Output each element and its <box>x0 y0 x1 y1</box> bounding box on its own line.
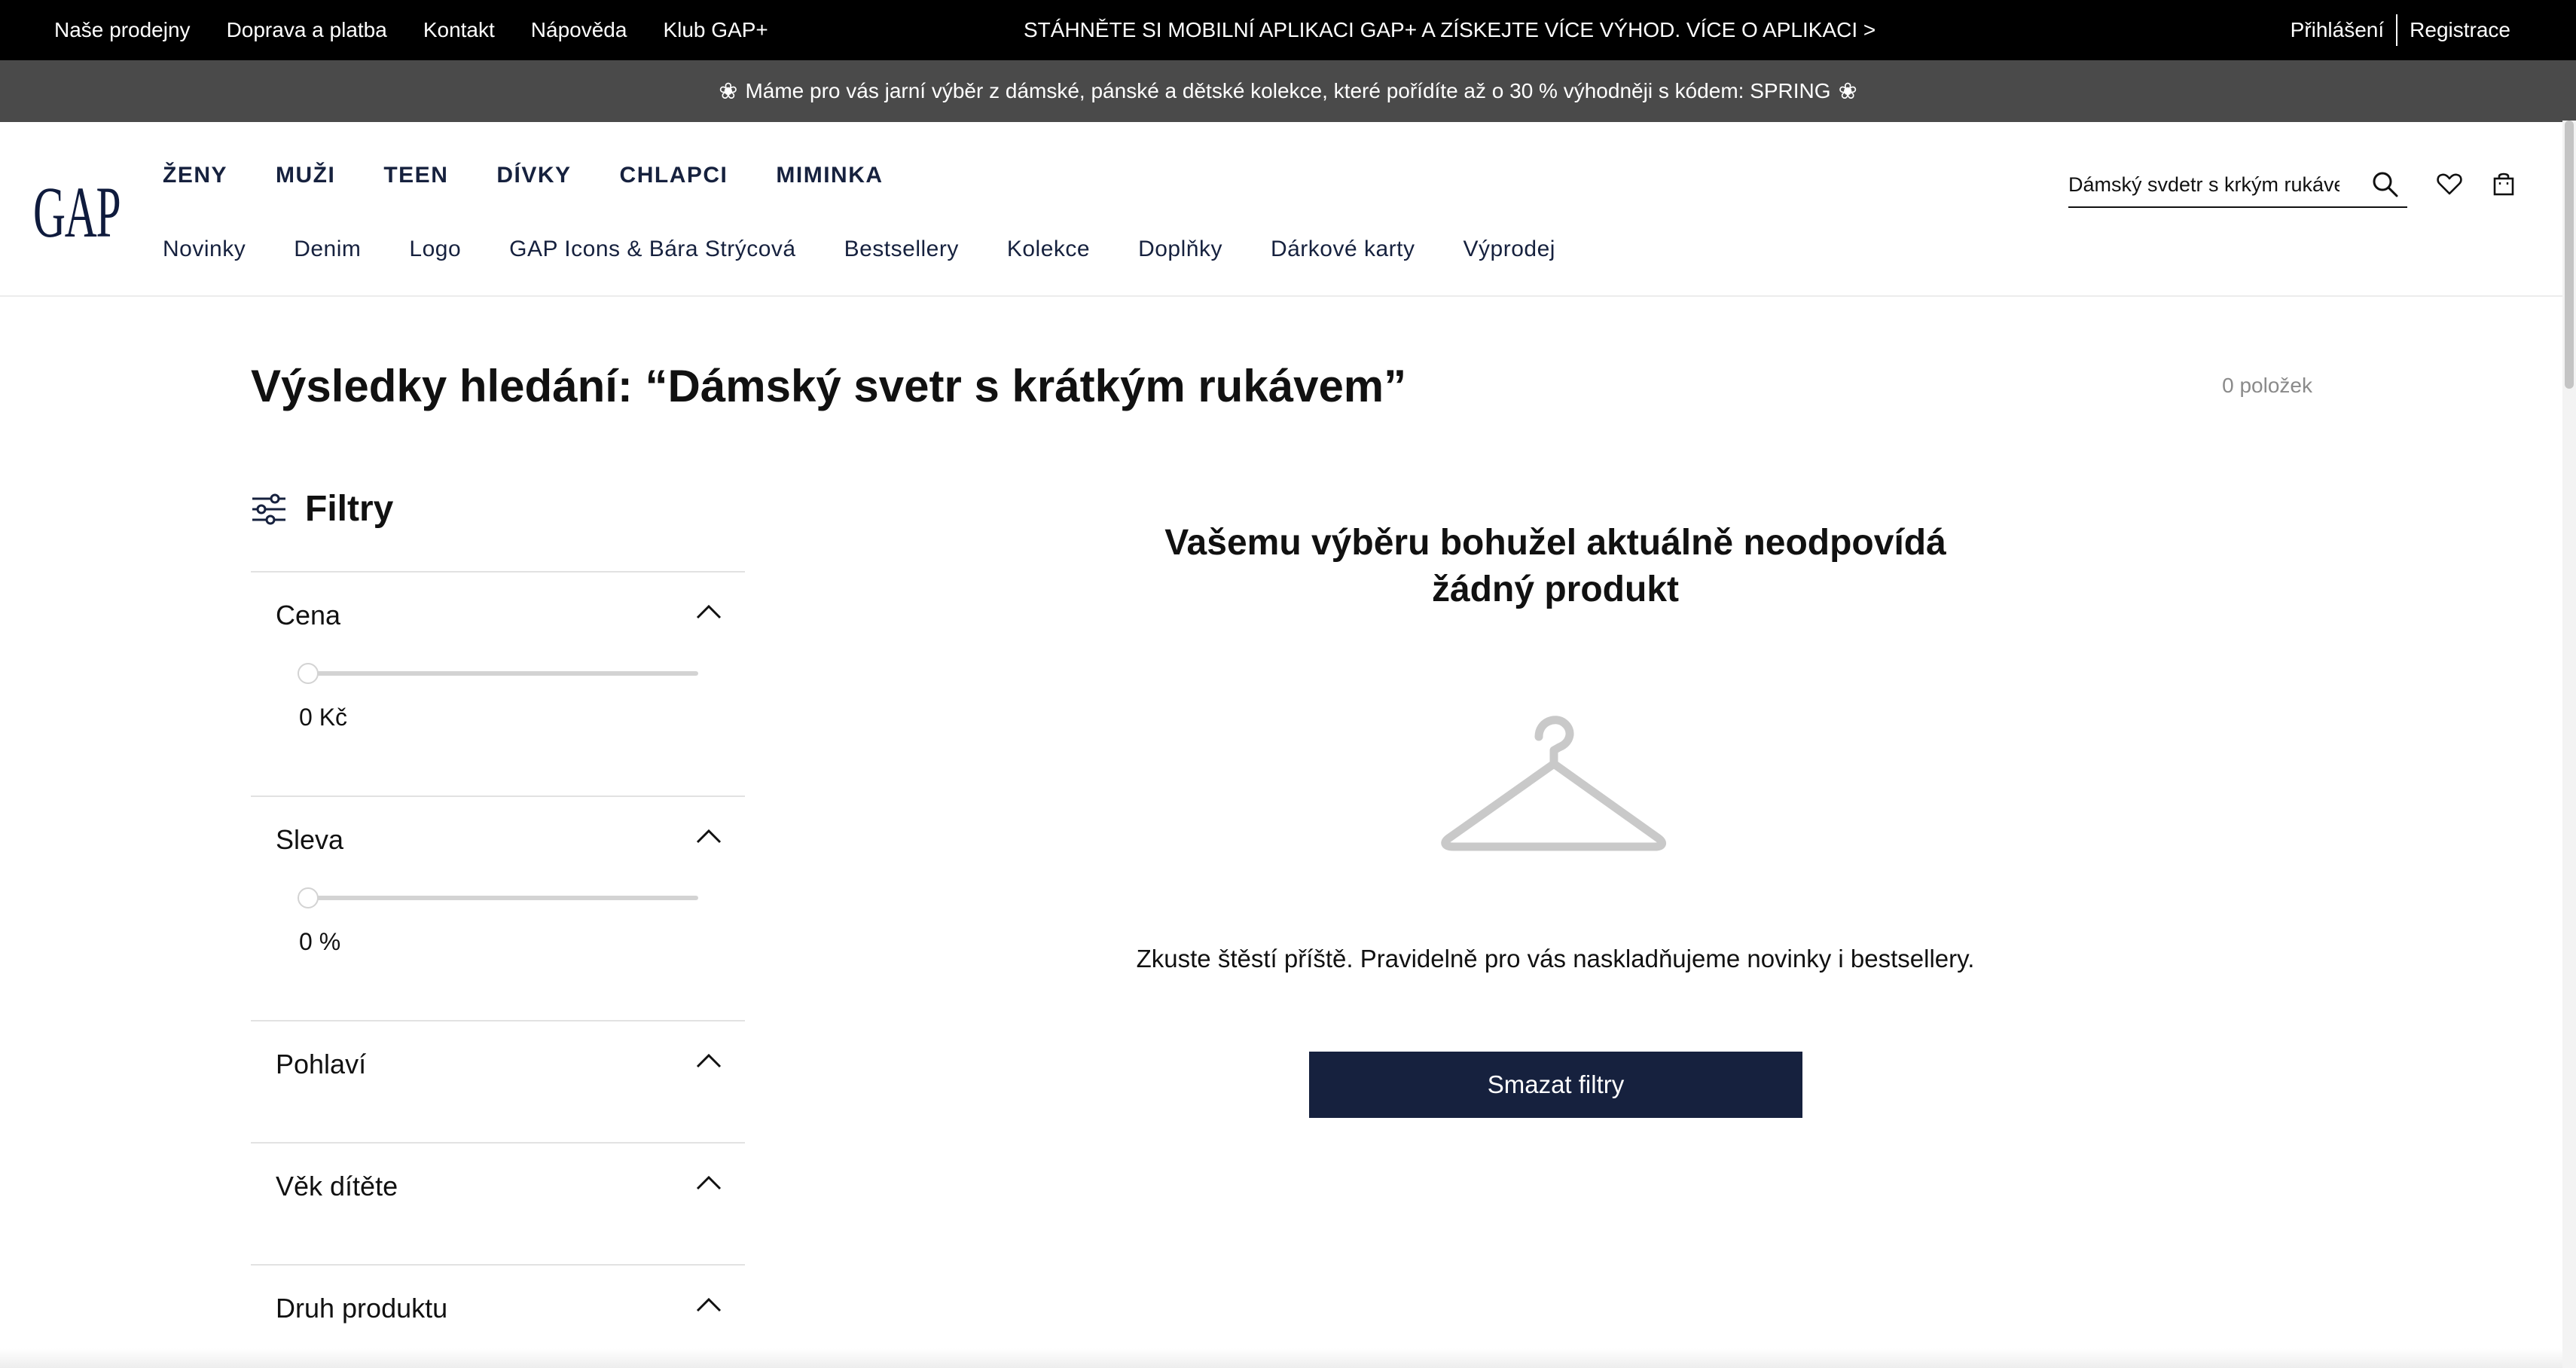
link-club[interactable]: Klub GAP+ <box>663 18 768 42</box>
link-help[interactable]: Nápověda <box>531 18 627 42</box>
slider-handle[interactable] <box>298 887 319 908</box>
nav-item-chlapci[interactable]: CHLAPCI <box>620 163 728 188</box>
sub-nav: Novinky Denim Logo GAP Icons & Bára Strý… <box>163 237 1555 262</box>
account-divider <box>2396 14 2398 46</box>
link-contact[interactable]: Kontakt <box>423 18 495 42</box>
chevron-up-icon[interactable] <box>695 1052 722 1070</box>
filters-title: Filtry <box>305 489 394 529</box>
heart-icon[interactable] <box>2434 169 2465 199</box>
filter-group-cena: Cena 0 Kč <box>251 571 745 795</box>
hanger-icon <box>1441 716 1666 851</box>
filter-label[interactable]: Druh produktu <box>276 1293 447 1324</box>
top-utility-bar: Naše prodejny Doprava a platba Kontakt N… <box>0 0 2576 60</box>
nav-item-teen[interactable]: TEEN <box>383 163 448 188</box>
empty-state-heading: Vašemu výběru bohužel aktuálně neodpovíd… <box>1092 520 2019 613</box>
flower-icon: ❀ <box>1838 78 1857 104</box>
price-slider-value: 0 Kč <box>299 704 348 731</box>
slider-track[interactable] <box>298 896 698 900</box>
slider-track[interactable] <box>298 671 698 676</box>
search-input[interactable] <box>2068 173 2339 197</box>
subnav-item-vyprodej[interactable]: Výprodej <box>1463 237 1555 262</box>
filter-label[interactable]: Věk dítěte <box>276 1171 398 1202</box>
empty-state-headline-line1: Vašemu výběru bohužel aktuálně neodpovíd… <box>1164 523 1946 563</box>
app-promo-link[interactable]: STÁHNĚTE SI MOBILNÍ APLIKACI GAP+ A ZÍSK… <box>1024 0 1876 60</box>
filter-group-vek-ditete: Věk dítěte <box>251 1142 745 1264</box>
filter-group-sleva: Sleva 0 % <box>251 795 745 1020</box>
gap-logo[interactable]: GAP <box>33 176 121 249</box>
promo-strip-text: Máme pro vás jarní výběr z dámské, pánsk… <box>745 79 1831 102</box>
filter-group-druh-produktu: Druh produktu <box>251 1264 745 1348</box>
register-link[interactable]: Registrace <box>2410 18 2510 42</box>
filter-label[interactable]: Pohlaví <box>276 1049 366 1080</box>
login-link[interactable]: Přihlášení <box>2291 18 2385 42</box>
search-icon[interactable] <box>2371 170 2400 199</box>
main-nav: ŽENY MUŽI TEEN DÍVKY CHLAPCI MIMINKA <box>163 163 884 188</box>
subnav-item-doplnky[interactable]: Doplňky <box>1138 237 1222 262</box>
site-header: GAP ŽENY MUŽI TEEN DÍVKY CHLAPCI MIMINKA… <box>0 122 2576 297</box>
clear-filters-button[interactable]: Smazat filtry <box>1309 1052 1802 1118</box>
account-links: Přihlášení Registrace <box>2291 0 2510 60</box>
price-slider[interactable] <box>298 661 698 686</box>
filter-group-pohlavi: Pohlaví <box>251 1020 745 1142</box>
utility-links: Naše prodejny Doprava a platba Kontakt N… <box>54 0 768 60</box>
nav-item-miminka[interactable]: MIMINKA <box>776 163 883 188</box>
filter-sliders-icon <box>252 493 285 524</box>
bottom-fade <box>0 1348 2562 1368</box>
link-shipping[interactable]: Doprava a platba <box>227 18 387 42</box>
subnav-item-darkove-karty[interactable]: Dárkové karty <box>1271 237 1415 262</box>
filter-label[interactable]: Sleva <box>276 824 343 856</box>
discount-slider[interactable] <box>298 886 698 910</box>
nav-item-muzi[interactable]: MUŽI <box>276 163 335 188</box>
slider-handle[interactable] <box>298 663 319 684</box>
chevron-up-icon[interactable] <box>695 827 722 845</box>
flower-icon: ❀ <box>719 78 738 104</box>
nav-item-zeny[interactable]: ŽENY <box>163 163 227 188</box>
link-stores[interactable]: Naše prodejny <box>54 18 191 42</box>
nav-item-divky[interactable]: DÍVKY <box>496 163 571 188</box>
chevron-up-icon[interactable] <box>695 1296 722 1314</box>
empty-state-headline-line2: žádný produkt <box>1431 569 1679 609</box>
chevron-up-icon[interactable] <box>695 603 722 621</box>
scrollbar-thumb[interactable] <box>2565 121 2574 389</box>
subnav-item-kolekce[interactable]: Kolekce <box>1007 237 1090 262</box>
empty-state-message: Zkuste štěstí příště. Pravidelně pro vás… <box>1136 945 1975 973</box>
bag-icon[interactable] <box>2489 169 2519 199</box>
filter-label[interactable]: Cena <box>276 600 340 631</box>
subnav-item-gap-icons[interactable]: GAP Icons & Bára Strýcová <box>509 237 795 262</box>
result-count: 0 položek <box>2222 374 2312 397</box>
page-title: Výsledky hledání: “Dámský svetr s krátký… <box>251 361 1407 411</box>
filters-heading: Filtry <box>251 488 393 530</box>
search-box <box>2068 163 2407 208</box>
discount-slider-value: 0 % <box>299 928 341 955</box>
promo-strip[interactable]: ❀ Máme pro vás jarní výběr z dámské, pán… <box>0 60 2576 122</box>
subnav-item-denim[interactable]: Denim <box>294 237 361 262</box>
chevron-up-icon[interactable] <box>695 1174 722 1192</box>
page-scrollbar[interactable] <box>2562 121 2576 1368</box>
subnav-item-bestsellery[interactable]: Bestsellery <box>844 237 959 262</box>
subnav-item-novinky[interactable]: Novinky <box>163 237 246 262</box>
subnav-item-logo[interactable]: Logo <box>409 237 461 262</box>
